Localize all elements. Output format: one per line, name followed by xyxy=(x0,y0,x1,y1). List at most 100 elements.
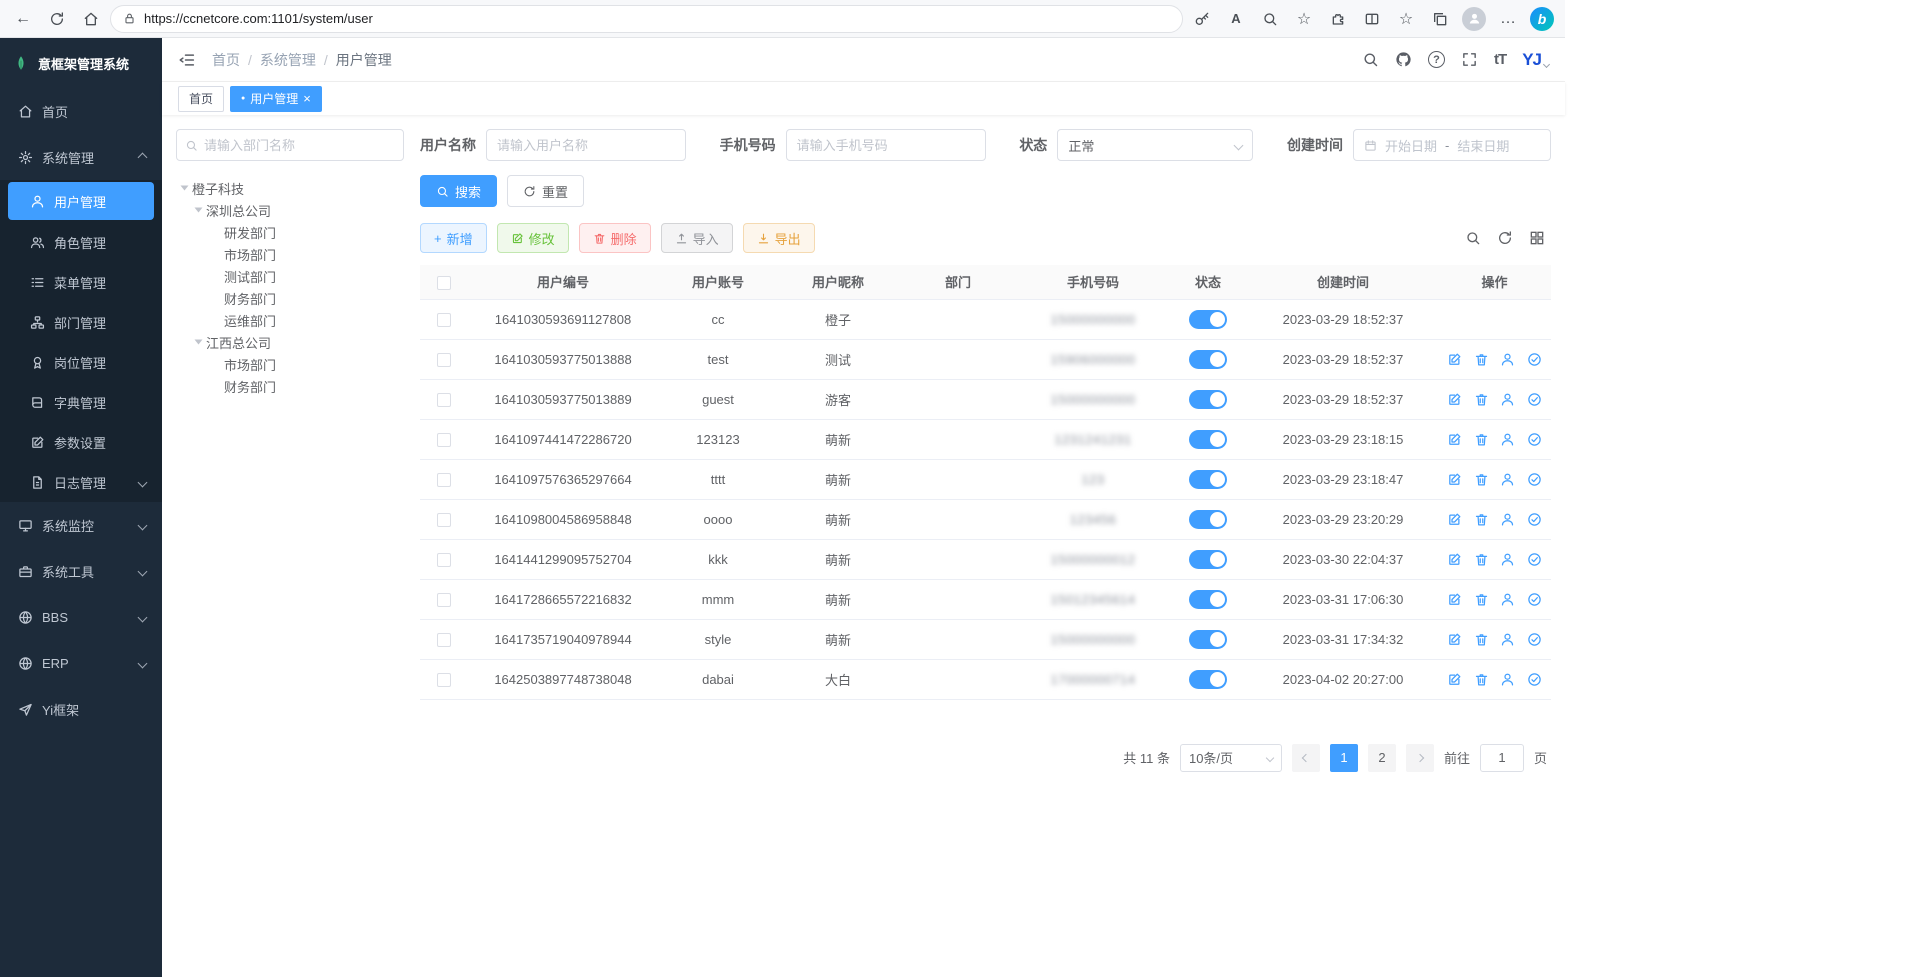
prev-page-button[interactable] xyxy=(1292,744,1320,772)
password-key-icon[interactable] xyxy=(1187,4,1217,34)
tree-node-leaf[interactable]: 财务部门 xyxy=(176,287,404,309)
help-icon[interactable]: ? xyxy=(1428,51,1445,68)
tree-node-leaf[interactable]: 测试部门 xyxy=(176,265,404,287)
delete-icon[interactable] xyxy=(1474,672,1489,687)
edit-icon[interactable] xyxy=(1447,672,1462,687)
search-icon[interactable] xyxy=(1362,51,1379,68)
status-toggle[interactable] xyxy=(1189,670,1227,689)
sidebar-item-menus[interactable]: 菜单管理 xyxy=(0,262,162,302)
status-toggle[interactable] xyxy=(1189,310,1227,329)
add-button[interactable]: + 新增 xyxy=(420,223,487,253)
user-detail-icon[interactable] xyxy=(1500,512,1515,527)
department-search[interactable] xyxy=(176,129,404,161)
delete-icon[interactable] xyxy=(1474,352,1489,367)
sidebar-item-home[interactable]: 首页 xyxy=(0,88,162,134)
home-icon[interactable] xyxy=(76,4,106,34)
status-select[interactable]: 正常 xyxy=(1057,129,1253,161)
sidebar-item-monitor[interactable]: 系统监控 xyxy=(0,502,162,548)
split-screen-icon[interactable] xyxy=(1357,4,1387,34)
more-menu-icon[interactable]: … xyxy=(1493,4,1523,34)
check-circle-icon[interactable] xyxy=(1527,632,1542,647)
sidebar-item-dictionary[interactable]: 字典管理 xyxy=(0,382,162,422)
edit-icon[interactable] xyxy=(1447,512,1462,527)
close-icon[interactable]: × xyxy=(303,92,311,105)
sidebar-item-yi-framework[interactable]: Yi框架 xyxy=(0,686,162,732)
check-circle-icon[interactable] xyxy=(1527,352,1542,367)
check-circle-icon[interactable] xyxy=(1527,592,1542,607)
status-toggle[interactable] xyxy=(1189,590,1227,609)
user-detail-icon[interactable] xyxy=(1500,352,1515,367)
tree-node-leaf[interactable]: 市场部门 xyxy=(176,243,404,265)
table-row[interactable]: 1641030593691127808 cc 橙子 15000000000 20… xyxy=(420,299,1551,339)
sidebar-item-erp[interactable]: ERP xyxy=(0,640,162,686)
sidebar-item-logs[interactable]: 日志管理 xyxy=(0,462,162,502)
tree-node-branch[interactable]: 深圳总公司 xyxy=(176,199,404,221)
user-detail-icon[interactable] xyxy=(1500,472,1515,487)
refresh-icon[interactable] xyxy=(42,4,72,34)
page-1-button[interactable]: 1 xyxy=(1330,744,1358,772)
check-circle-icon[interactable] xyxy=(1527,472,1542,487)
address-bar[interactable]: https://ccnetcore.com:1101/system/user xyxy=(110,5,1183,33)
import-button[interactable]: 导入 xyxy=(661,223,733,253)
tree-node-leaf[interactable]: 市场部门 xyxy=(176,353,404,375)
tab-user-management[interactable]: ● 用户管理 × xyxy=(230,86,322,112)
page-size-select[interactable]: 10条/页 xyxy=(1180,744,1282,772)
font-size-icon[interactable]: tT xyxy=(1494,51,1506,68)
table-row[interactable]: 1641030593775013889 guest 游客 15000000000… xyxy=(420,379,1551,419)
status-toggle[interactable] xyxy=(1189,630,1227,649)
sidebar-item-system[interactable]: 系统管理 xyxy=(0,134,162,180)
status-toggle[interactable] xyxy=(1189,430,1227,449)
breadcrumb-home[interactable]: 首页 xyxy=(212,50,240,70)
row-checkbox[interactable] xyxy=(437,353,451,367)
user-detail-icon[interactable] xyxy=(1500,552,1515,567)
search-toggle-icon[interactable] xyxy=(1465,230,1481,246)
edit-icon[interactable] xyxy=(1447,632,1462,647)
edit-icon[interactable] xyxy=(1447,352,1462,367)
username-input[interactable] xyxy=(486,129,686,161)
sidebar-item-users[interactable]: 用户管理 xyxy=(8,182,154,220)
phone-input[interactable] xyxy=(786,129,986,161)
status-toggle[interactable] xyxy=(1189,550,1227,569)
favorites-bar-icon[interactable]: ☆ xyxy=(1391,4,1421,34)
user-logo-menu[interactable]: YJ xyxy=(1522,50,1549,70)
refresh-table-icon[interactable] xyxy=(1497,230,1513,246)
tree-node-leaf[interactable]: 财务部门 xyxy=(176,375,404,397)
edit-icon[interactable] xyxy=(1447,472,1462,487)
row-checkbox[interactable] xyxy=(437,313,451,327)
page-2-button[interactable]: 2 xyxy=(1368,744,1396,772)
zoom-icon[interactable] xyxy=(1255,4,1285,34)
user-detail-icon[interactable] xyxy=(1500,432,1515,447)
table-row[interactable]: 1641441299095752704 kkk 萌新 15000000012 2… xyxy=(420,539,1551,579)
row-checkbox[interactable] xyxy=(437,433,451,447)
next-page-button[interactable] xyxy=(1406,744,1434,772)
date-range-picker[interactable]: 开始日期 - 结束日期 xyxy=(1353,129,1551,161)
reset-button[interactable]: 重置 xyxy=(507,175,584,207)
status-toggle[interactable] xyxy=(1189,350,1227,369)
row-checkbox[interactable] xyxy=(437,513,451,527)
select-all-checkbox[interactable] xyxy=(437,276,451,290)
delete-icon[interactable] xyxy=(1474,392,1489,407)
collections-icon[interactable] xyxy=(1425,4,1455,34)
row-checkbox[interactable] xyxy=(437,473,451,487)
row-checkbox[interactable] xyxy=(437,553,451,567)
tree-node-leaf[interactable]: 运维部门 xyxy=(176,309,404,331)
collapse-sidebar-icon[interactable] xyxy=(178,51,196,69)
edit-icon[interactable] xyxy=(1447,552,1462,567)
delete-icon[interactable] xyxy=(1474,632,1489,647)
sidebar-item-parameters[interactable]: 参数设置 xyxy=(0,422,162,462)
columns-grid-icon[interactable] xyxy=(1529,230,1545,246)
status-toggle[interactable] xyxy=(1189,510,1227,529)
sidebar-item-posts[interactable]: 岗位管理 xyxy=(0,342,162,382)
user-detail-icon[interactable] xyxy=(1500,672,1515,687)
row-checkbox[interactable] xyxy=(437,593,451,607)
delete-icon[interactable] xyxy=(1474,472,1489,487)
row-checkbox[interactable] xyxy=(437,393,451,407)
app-logo[interactable]: 意框架管理系统 xyxy=(0,38,162,88)
delete-icon[interactable] xyxy=(1474,432,1489,447)
github-icon[interactable] xyxy=(1395,51,1412,68)
user-detail-icon[interactable] xyxy=(1500,592,1515,607)
table-row[interactable]: 1642503897748738048 dabai 大白 17000000714… xyxy=(420,659,1551,699)
search-button[interactable]: 搜索 xyxy=(420,175,497,207)
check-circle-icon[interactable] xyxy=(1527,432,1542,447)
check-circle-icon[interactable] xyxy=(1527,552,1542,567)
